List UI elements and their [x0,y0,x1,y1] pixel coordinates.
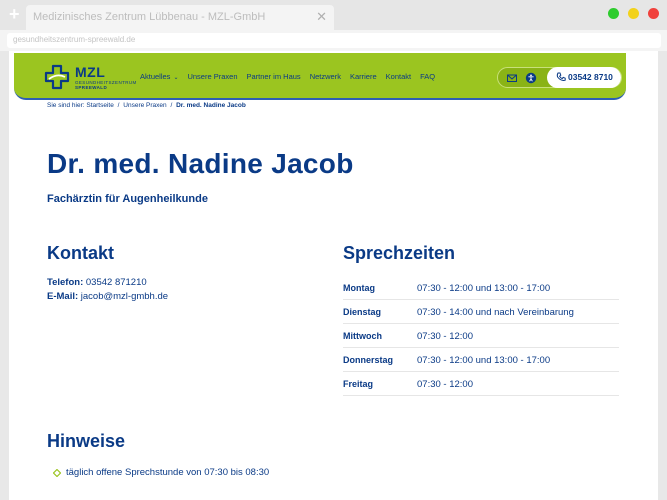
nav-item-netzwerk[interactable]: Netzwerk [310,72,341,84]
phone-button[interactable]: 03542 8710 [547,67,621,88]
nav-label: Aktuelles [140,72,171,81]
logo-wordmark: MZL [75,64,106,80]
breadcrumb-item-unsere-praxen[interactable]: Unsere Praxen [123,102,166,109]
phone-icon [556,72,566,81]
breadcrumb-prefix: Sie sind hier: [47,102,85,109]
page-subtitle: Fachärztin für Augenheilkunde [47,193,208,205]
hours-day: Montag [343,283,375,293]
contact-phone-link[interactable]: 03542 871210 [86,277,147,288]
contact-email: E-Mail: jacob@mzl-gmbh.de [47,291,168,302]
breadcrumb-current: Dr. med. Nadine Jacob [176,102,246,109]
nav-item-aktuelles[interactable]: Aktuelles ⌄ [140,72,178,84]
main-nav: Aktuelles ⌄ Unsere Praxen Partner im Haus… [140,72,444,84]
header-utilities: 03542 8710 [497,67,622,88]
hours-row: Dienstag 07:30 - 14:00 und nach Vereinba… [343,300,619,324]
contact-email-label: E-Mail: [47,291,79,302]
accessibility-icon[interactable] [525,72,537,84]
nav-item-kontakt[interactable]: Kontakt [386,72,411,84]
tab-title: Medizinisches Zentrum Lübbenau - MZL-Gmb… [33,11,266,23]
browser-tab[interactable]: Medizinisches Zentrum Lübbenau - MZL-Gmb… [26,5,334,30]
nav-item-karriere[interactable]: Karriere [350,72,377,84]
breadcrumb-separator: / [170,102,173,109]
contact-heading: Kontakt [47,243,114,263]
hours-table: Montag 07:30 - 12:00 und 13:00 - 17:00 D… [343,276,619,396]
web-page: MZL GESUNDHEITSZENTRUM SPREEWALD Aktuell… [9,51,658,500]
hours-time: 07:30 - 12:00 und 13:00 - 17:00 [417,355,551,366]
note-item: täglich offene Sprechstunde von 07:30 bi… [66,467,270,478]
breadcrumb: Sie sind hier: Startseite / Unsere Praxe… [47,102,246,109]
logo-subline-2: SPREEWALD [75,85,108,90]
hours-row: Montag 07:30 - 12:00 und 13:00 - 17:00 [343,276,619,300]
phone-number: 03542 8710 [568,72,613,82]
mail-icon[interactable] [506,72,518,84]
hours-day: Mittwoch [343,331,382,341]
hours-time: 07:30 - 12:00 [417,331,473,342]
hours-day: Freitag [343,379,374,389]
chevron-down-icon: ⌄ [173,75,179,81]
notes-heading: Hinweise [47,431,126,451]
site-header: MZL GESUNDHEITSZENTRUM SPREEWALD Aktuell… [14,53,626,100]
hours-row: Mittwoch 07:30 - 12:00 [343,324,619,348]
site-logo[interactable]: MZL GESUNDHEITSZENTRUM SPREEWALD [43,63,153,91]
url-field[interactable]: gesundheitszentrum-spreewald.de [7,33,661,48]
window-close-button[interactable] [648,8,659,19]
window-minimize-button[interactable] [628,8,639,19]
nav-item-faq[interactable]: FAQ [420,72,435,84]
url-text: gesundheitszentrum-spreewald.de [13,35,136,44]
nav-item-partner-im-haus[interactable]: Partner im Haus [247,72,301,84]
breadcrumb-separator: / [117,102,120,109]
contact-email-link[interactable]: jacob@mzl-gmbh.de [81,291,168,302]
hours-day: Donnerstag [343,355,394,365]
address-bar: gesundheitszentrum-spreewald.de [0,30,667,51]
breadcrumb-item-startseite[interactable]: Startseite [86,102,113,109]
hours-row: Donnerstag 07:30 - 12:00 und 13:00 - 17:… [343,348,619,372]
page-title: Dr. med. Nadine Jacob [47,148,354,179]
hours-time: 07:30 - 12:00 [417,379,473,390]
new-tab-icon[interactable]: + [9,5,23,23]
contact-phone: Telefon: 03542 871210 [47,277,147,288]
hours-time: 07:30 - 12:00 und 13:00 - 17:00 [417,283,551,294]
close-tab-icon[interactable]: ✕ [316,9,327,25]
hours-row: Freitag 07:30 - 12:00 [343,372,619,396]
nav-item-unsere-praxen[interactable]: Unsere Praxen [187,72,237,84]
browser-titlebar: + Medizinisches Zentrum Lübbenau - MZL-G… [0,0,667,30]
hours-time: 07:30 - 14:00 und nach Vereinbarung [417,307,574,318]
diamond-bullet-icon [53,469,61,477]
contact-phone-label: Telefon: [47,277,84,288]
hours-heading: Sprechzeiten [343,243,456,263]
logo-cross-icon [44,64,70,90]
hours-day: Dienstag [343,307,382,317]
window-maximize-button[interactable] [608,8,619,19]
